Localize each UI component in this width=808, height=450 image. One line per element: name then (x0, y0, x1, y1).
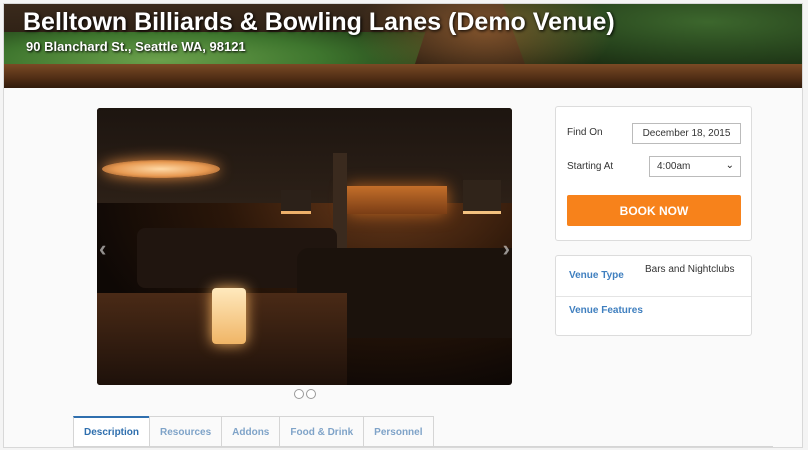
tab-description[interactable]: Description (73, 416, 151, 447)
find-on-label: Find On (567, 127, 603, 138)
venue-header-banner: Belltown Billiards & Bowling Lanes (Demo… (4, 4, 802, 88)
start-time-value: 4:00am (657, 161, 691, 172)
candle (212, 288, 246, 344)
tab-food-drink[interactable]: Food & Drink (279, 416, 365, 447)
booking-panel: Find On December 18, 2015 Starting At 4:… (555, 106, 752, 241)
carousel-dot-2[interactable] (306, 389, 316, 399)
tab-resources[interactable]: Resources (149, 416, 223, 447)
app-frame: Belltown Billiards & Bowling Lanes (Demo… (3, 3, 803, 448)
venue-features-label: Venue Features (569, 305, 643, 316)
venue-photo-carousel[interactable]: ‹ › (97, 108, 512, 385)
carousel-next-icon[interactable]: › (503, 236, 510, 262)
venue-features-row: Venue Features (556, 296, 751, 334)
venue-features-value (645, 297, 745, 334)
book-now-button[interactable]: BOOK NOW (567, 195, 741, 226)
carousel-indicators (294, 389, 316, 399)
venue-title: Belltown Billiards & Bowling Lanes (Demo… (23, 8, 615, 36)
venue-info-panel: Venue Type Bars and Nightclubs Venue Fea… (555, 255, 752, 336)
carousel-dot-1[interactable] (294, 389, 304, 399)
carousel-prev-icon[interactable]: ‹ (99, 236, 106, 262)
tab-addons[interactable]: Addons (221, 416, 281, 447)
pendant-lamp (102, 160, 220, 178)
chevron-down-icon: ⌄ (725, 160, 734, 171)
venue-type-label: Venue Type (569, 270, 624, 281)
tab-personnel[interactable]: Personnel (363, 416, 434, 447)
date-input[interactable]: December 18, 2015 (632, 123, 741, 144)
venue-type-row: Venue Type Bars and Nightclubs (556, 264, 751, 294)
venue-tabs: Description Resources Addons Food & Drin… (73, 416, 434, 447)
tabs-divider (73, 446, 773, 447)
venue-type-value: Bars and Nightclubs (645, 264, 735, 275)
starting-at-label: Starting At (567, 161, 614, 172)
start-time-select[interactable]: 4:00am ⌄ (649, 156, 741, 177)
venue-address: 90 Blanchard St., Seattle WA, 98121 (26, 39, 246, 54)
